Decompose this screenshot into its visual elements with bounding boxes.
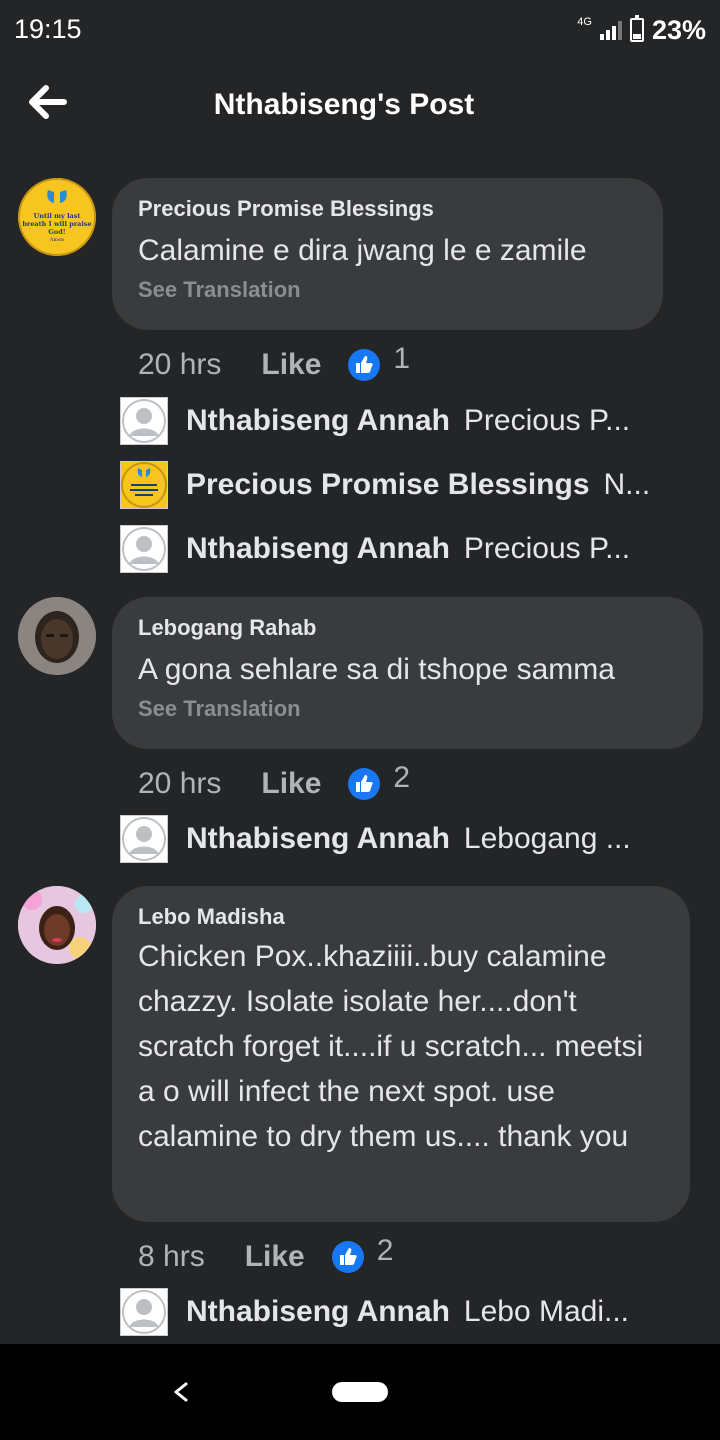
app-header: Nthabiseng's Post <box>0 60 720 150</box>
comment-meta: 20 hrs Like 1 <box>138 342 411 385</box>
reaction-count: 2 <box>376 1234 394 1267</box>
default-avatar-icon <box>120 525 168 573</box>
reply-snippet: Precious P... <box>463 532 631 565</box>
reply-snippet: Precious P... <box>463 404 631 437</box>
like-button[interactable]: Like <box>245 1240 305 1274</box>
praying-hands-avatar: Until my last breath I will praise God! … <box>18 178 96 256</box>
reaction-count: 1 <box>393 342 411 375</box>
reply-snippet: Lebo Madi... <box>463 1295 630 1328</box>
system-navigation-bar <box>0 1344 720 1440</box>
reaction-count: 2 <box>393 761 411 794</box>
avatar[interactable]: Until my last breath I will praise God! … <box>18 178 96 256</box>
default-avatar-icon <box>120 815 168 863</box>
reply-preview[interactable]: Precious Promise Blessings N... <box>120 461 690 509</box>
battery-percent: 23% <box>651 14 706 45</box>
status-icons: 4G 23% <box>577 14 706 46</box>
see-translation-link[interactable]: See Translation <box>138 277 637 303</box>
home-pill-button[interactable] <box>332 1382 388 1402</box>
comment-meta: 8 hrs Like 2 <box>138 1234 394 1277</box>
comment-bubble[interactable]: Precious Promise Blessings Calamine e di… <box>112 178 663 330</box>
reply-snippet: N... <box>603 468 651 501</box>
signal-icon <box>599 20 622 40</box>
avatar-caption-1: Until my last <box>34 212 81 220</box>
thumbs-up-icon[interactable] <box>347 767 381 801</box>
status-bar: 19:15 4G 23% <box>0 0 720 60</box>
comment-time[interactable]: 20 hrs <box>138 348 221 382</box>
comment-bubble[interactable]: Lebo Madisha Chicken Pox..khaziiii..buy … <box>112 886 690 1222</box>
reply-preview[interactable]: Nthabiseng Annah Lebogang ... <box>120 815 690 863</box>
network-type: 4G <box>577 16 592 28</box>
reply-author: Nthabiseng Annah <box>186 532 450 565</box>
see-translation-link[interactable]: See Translation <box>138 696 677 722</box>
praying-hands-icon <box>120 461 168 509</box>
comment-text: Chicken Pox..khaziiii..buy calamine chaz… <box>138 940 644 1153</box>
comment-meta: 20 hrs Like 2 <box>138 761 411 804</box>
comment-text: Calamine e dira jwang le e zamile <box>138 234 587 267</box>
thumbs-up-icon[interactable] <box>331 1240 365 1274</box>
thumbs-up-icon[interactable] <box>347 348 381 382</box>
avatar-caption-3: God! <box>48 228 65 236</box>
reply-preview[interactable]: Nthabiseng Annah Precious P... <box>120 397 690 445</box>
avatar[interactable] <box>18 597 96 675</box>
reply-author: Precious Promise Blessings <box>186 468 590 501</box>
comment-author[interactable]: Lebo Madisha <box>138 904 664 930</box>
nav-back-button[interactable] <box>168 1372 192 1412</box>
default-avatar-icon <box>120 397 168 445</box>
chevron-left-icon <box>174 1382 188 1402</box>
comment-time[interactable]: 20 hrs <box>138 767 221 801</box>
comment-time[interactable]: 8 hrs <box>138 1240 205 1274</box>
battery-icon <box>629 15 644 42</box>
reply-author: Nthabiseng Annah <box>186 1295 450 1328</box>
comment-author[interactable]: Precious Promise Blessings <box>138 196 637 222</box>
reply-preview[interactable]: Nthabiseng Annah Precious P... <box>120 525 690 573</box>
default-avatar-icon <box>120 1288 168 1336</box>
comment-text: A gona sehlare sa di tshope samma <box>138 653 615 686</box>
reply-author: Nthabiseng Annah <box>186 404 450 437</box>
like-button[interactable]: Like <box>261 767 321 801</box>
reply-preview[interactable]: Nthabiseng Annah Lebo Madi... <box>120 1288 690 1336</box>
reply-author: Nthabiseng Annah <box>186 822 450 855</box>
page-title: Nthabiseng's Post <box>213 88 475 121</box>
avatar-caption-4: Amen <box>49 237 65 243</box>
profile-photo-icon <box>18 886 96 964</box>
profile-photo-icon <box>18 597 96 675</box>
like-button[interactable]: Like <box>261 348 321 382</box>
comment-author[interactable]: Lebogang Rahab <box>138 615 677 641</box>
reply-snippet: Lebogang ... <box>463 822 631 855</box>
avatar[interactable] <box>18 886 96 964</box>
comment-bubble[interactable]: Lebogang Rahab A gona sehlare sa di tsho… <box>112 597 703 749</box>
status-time: 19:15 <box>14 14 82 44</box>
avatar-caption-2: breath I will praise <box>22 220 91 228</box>
